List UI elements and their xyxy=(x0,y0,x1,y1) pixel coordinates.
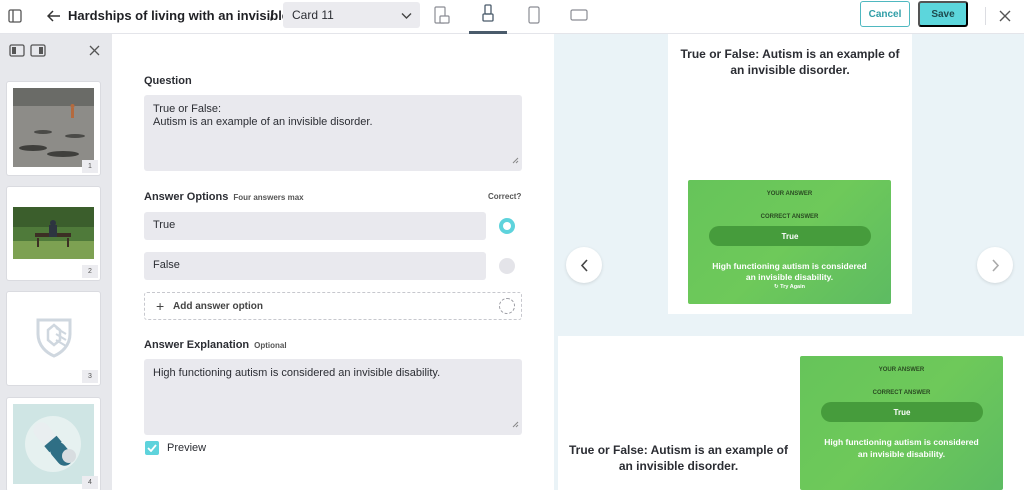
correct-answer-pill: True xyxy=(821,402,983,422)
card-thumbnail-1[interactable]: 1 xyxy=(7,82,100,175)
preview-question: True or False: Autism is an example of a… xyxy=(668,46,912,78)
correct-radio-2[interactable] xyxy=(499,258,515,274)
thumbnail-number: 3 xyxy=(82,370,98,383)
sidebar-toggle-icon[interactable] xyxy=(6,7,24,25)
correct-answer-label: CORRECT ANSWER xyxy=(872,390,931,396)
view-desktop-button[interactable] xyxy=(560,0,598,34)
previous-card-button[interactable] xyxy=(566,247,602,283)
plus-icon: + xyxy=(156,298,165,314)
preview-checkbox[interactable] xyxy=(145,441,159,455)
explanation-text: High functioning autism is considered an… xyxy=(153,367,441,379)
correct-radio-1[interactable] xyxy=(499,218,515,234)
preview-explanation-line-2: an invisible disability. xyxy=(745,272,834,282)
close-sidebar-icon[interactable] xyxy=(87,43,101,57)
phone-small-icon xyxy=(482,4,494,27)
try-again-link[interactable]: ↻ Try Again xyxy=(688,284,891,290)
toolbar-divider xyxy=(985,7,986,25)
thumbnail-number: 4 xyxy=(82,476,98,489)
next-card-button[interactable] xyxy=(977,247,1013,283)
answer-option-input-1[interactable]: True xyxy=(144,212,486,240)
desktop-preview-question: True or False: Autism is an example of a… xyxy=(566,442,791,474)
back-arrow-icon[interactable] xyxy=(46,8,62,24)
answer-explanation-hint: Optional xyxy=(254,341,287,350)
layout-split-icon[interactable] xyxy=(30,43,46,57)
preview-question-line-2: an invisible disorder. xyxy=(730,63,850,77)
desktop-preview-card: True or False: Autism is an example of a… xyxy=(558,336,1024,490)
card-editor: Question True or False: Autism is an exa… xyxy=(112,34,554,490)
answer-option-text: True xyxy=(153,219,176,231)
answer-options-hint: Four answers max xyxy=(233,193,304,202)
cancel-button[interactable]: Cancel xyxy=(860,1,910,27)
thumbnail-number: 2 xyxy=(82,265,98,278)
capsule-illustration xyxy=(13,404,94,484)
question-line-1: True or False: xyxy=(153,103,222,115)
desktop-preview-explanation: High functioning autism is considered an… xyxy=(800,436,1003,460)
thumbnail-number: 1 xyxy=(82,160,98,173)
question-textarea[interactable]: True or False: Autism is an example of a… xyxy=(144,95,522,171)
chevron-right-icon xyxy=(991,258,999,272)
desktop-explanation-line-1: High functioning autism is considered xyxy=(824,437,979,447)
card-thumbnail-4[interactable]: 4 xyxy=(7,398,100,490)
sidewalk-photo xyxy=(13,88,94,167)
mobile-preview-card: True or False: Autism is an example of a… xyxy=(668,34,912,314)
deck-title[interactable]: Hardships of living with an invisible… xyxy=(68,8,302,23)
view-desktop-portrait-button[interactable] xyxy=(423,0,461,34)
add-answer-option-label: Add answer option xyxy=(173,300,263,312)
question-line-2: Autism is an example of an invisible dis… xyxy=(153,116,373,128)
device-landscape-small-icon xyxy=(434,5,450,29)
correct-label: Correct? xyxy=(488,192,522,201)
chevron-left-icon xyxy=(580,258,588,272)
breadcrumb-separator: / xyxy=(270,7,274,23)
top-bar: Hardships of living with an invisible… /… xyxy=(0,0,1024,34)
layout-single-icon[interactable] xyxy=(9,43,25,57)
desktop-landscape-icon xyxy=(570,8,588,27)
park-bench-photo xyxy=(13,207,94,259)
resize-handle-icon[interactable] xyxy=(512,155,519,168)
preview-label: Preview xyxy=(167,442,207,454)
card-thumbnail-2[interactable]: 2 xyxy=(7,187,100,280)
answer-option-input-2[interactable]: False xyxy=(144,252,486,280)
radio-placeholder-icon xyxy=(499,298,515,314)
add-answer-option-button[interactable]: + Add answer option xyxy=(144,292,522,320)
desktop-question-line-2: an invisible disorder. xyxy=(618,459,739,473)
sidebar-header xyxy=(0,34,112,66)
explanation-textarea[interactable]: High functioning autism is considered an… xyxy=(144,359,522,435)
answer-explanation-label: Answer Explanation Optional xyxy=(144,339,287,351)
correct-answer-label: CORRECT ANSWER xyxy=(760,214,819,220)
view-mobile-button[interactable] xyxy=(469,0,507,34)
view-tablet-button[interactable] xyxy=(515,0,553,34)
desktop-explanation-line-2: an invisible disability. xyxy=(857,449,946,459)
answer-explanation-title: Answer Explanation xyxy=(144,339,250,351)
answer-result-panel: YOUR ANSWER CORRECT ANSWER True High fun… xyxy=(688,180,891,304)
try-again-label: Try Again xyxy=(780,284,805,290)
preview-explanation: High functioning autism is considered an… xyxy=(688,261,891,283)
your-answer-label: YOUR ANSWER xyxy=(766,191,813,197)
card-select-value: Card 11 xyxy=(292,8,334,22)
preview-explanation-line-1: High functioning autism is considered xyxy=(712,261,867,271)
card-sidebar: 1 2 3 4 xyxy=(0,34,112,490)
card-select[interactable]: Card 11 xyxy=(283,2,420,28)
save-button[interactable]: Save xyxy=(918,1,968,27)
answer-options-label: Answer Options Four answers max xyxy=(144,191,304,203)
your-answer-label: YOUR ANSWER xyxy=(878,367,925,373)
preview-question-line-1: True or False: Autism is an example of xyxy=(680,47,900,61)
answer-options-title: Answer Options xyxy=(144,191,229,203)
chevron-down-icon xyxy=(401,9,412,23)
checkmark-icon xyxy=(147,444,157,452)
resize-handle-icon[interactable] xyxy=(512,419,519,432)
answer-option-text: False xyxy=(153,259,180,271)
correct-answer-pill: True xyxy=(709,226,871,246)
close-icon[interactable] xyxy=(996,7,1014,25)
question-label: Question xyxy=(144,75,192,87)
card-thumbnail-3[interactable]: 3 xyxy=(7,292,100,385)
shield-logo-icon xyxy=(13,314,94,362)
desktop-question-line-1: True or False: Autism is an example of xyxy=(569,443,788,457)
card-preview: True or False: Autism is an example of a… xyxy=(554,34,1024,490)
desktop-answer-result-panel: YOUR ANSWER CORRECT ANSWER True High fun… xyxy=(800,356,1003,490)
tablet-icon xyxy=(528,5,540,29)
